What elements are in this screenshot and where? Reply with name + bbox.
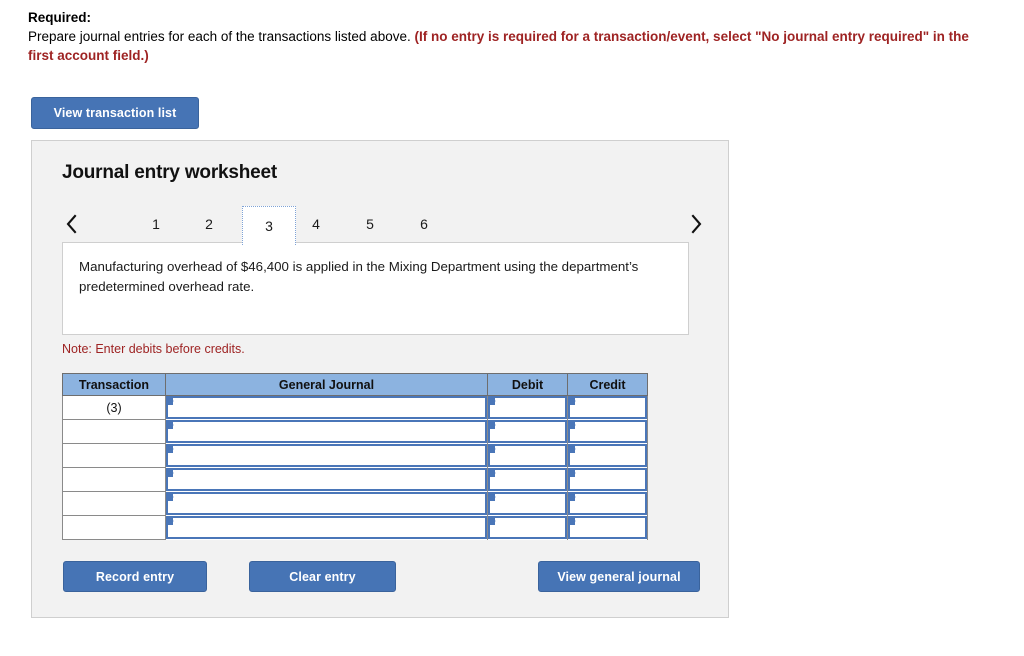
credit-field[interactable] — [568, 468, 647, 491]
debit-input-cell[interactable] — [487, 419, 568, 444]
credit-input-cell[interactable] — [567, 515, 648, 540]
worksheet-tab-6[interactable]: 6 — [414, 206, 434, 242]
table-row: (3) — [62, 395, 648, 420]
clear-entry-button[interactable]: Clear entry — [249, 561, 396, 592]
table-row — [62, 515, 648, 540]
credit-field[interactable] — [568, 516, 647, 539]
debit-field[interactable] — [488, 468, 567, 491]
general-journal-input-cell[interactable] — [165, 395, 488, 420]
column-header-general-journal: General Journal — [165, 373, 488, 396]
worksheet-tab-3[interactable]: 3 — [242, 206, 296, 245]
debit-field[interactable] — [488, 420, 567, 443]
worksheet-tab-strip: 1 2 3 4 5 6 — [60, 203, 701, 245]
debit-input-cell[interactable] — [487, 443, 568, 468]
view-transaction-list-button[interactable]: View transaction list — [31, 97, 199, 129]
credit-input-cell[interactable] — [567, 395, 648, 420]
general-journal-input-cell[interactable] — [165, 443, 488, 468]
account-name-field[interactable] — [166, 396, 487, 420]
credit-input-cell[interactable] — [567, 419, 648, 444]
transaction-description-text: Manufacturing overhead of $46,400 is app… — [79, 259, 639, 294]
worksheet-title: Journal entry worksheet — [62, 162, 278, 183]
column-header-debit: Debit — [487, 373, 568, 396]
worksheet-tab-2[interactable]: 2 — [199, 206, 219, 242]
required-section: Required: Prepare journal entries for ea… — [28, 8, 996, 65]
debit-input-cell[interactable] — [487, 395, 568, 420]
worksheet-tab-5[interactable]: 5 — [360, 206, 380, 242]
required-instruction-text: Prepare journal entries for each of the … — [28, 27, 996, 65]
worksheet-tab-1[interactable]: 1 — [146, 206, 166, 242]
debit-input-cell[interactable] — [487, 491, 568, 516]
table-row — [62, 419, 648, 444]
debit-input-cell[interactable] — [487, 515, 568, 540]
general-journal-input-cell[interactable] — [165, 491, 488, 516]
transaction-number-cell — [62, 515, 166, 540]
debit-input-cell[interactable] — [487, 467, 568, 492]
general-journal-input-cell[interactable] — [165, 515, 488, 540]
column-header-credit: Credit — [567, 373, 648, 396]
chevron-right-icon[interactable] — [685, 203, 707, 245]
transaction-number-cell — [62, 491, 166, 516]
credit-input-cell[interactable] — [567, 443, 648, 468]
required-instruction: Prepare journal entries for each of the … — [28, 29, 411, 44]
table-row — [62, 491, 648, 516]
credit-field[interactable] — [568, 396, 647, 420]
journal-entry-worksheet-panel: Journal entry worksheet 1 2 3 4 5 6 Manu… — [31, 140, 729, 618]
debit-field[interactable] — [488, 396, 567, 420]
debit-field[interactable] — [488, 492, 567, 515]
debits-before-credits-note: Note: Enter debits before credits. — [62, 342, 245, 356]
transaction-number-cell — [62, 419, 166, 444]
record-entry-button[interactable]: Record entry — [63, 561, 207, 592]
credit-input-cell[interactable] — [567, 491, 648, 516]
account-name-field[interactable] — [166, 420, 487, 443]
worksheet-tab-4[interactable]: 4 — [306, 206, 326, 242]
debit-field[interactable] — [488, 444, 567, 467]
journal-entry-table: Transaction General Journal Debit Credit… — [62, 373, 648, 540]
general-journal-input-cell[interactable] — [165, 467, 488, 492]
column-header-transaction: Transaction — [62, 373, 166, 396]
table-header-row: Transaction General Journal Debit Credit — [62, 373, 648, 396]
account-name-field[interactable] — [166, 444, 487, 467]
credit-field[interactable] — [568, 444, 647, 467]
view-general-journal-button[interactable]: View general journal — [538, 561, 700, 592]
table-row — [62, 467, 648, 492]
general-journal-input-cell[interactable] — [165, 419, 488, 444]
debit-field[interactable] — [488, 516, 567, 539]
transaction-number-cell — [62, 467, 166, 492]
transaction-description-box: Manufacturing overhead of $46,400 is app… — [62, 242, 689, 335]
account-name-field[interactable] — [166, 468, 487, 491]
transaction-number-cell — [62, 443, 166, 468]
table-row — [62, 443, 648, 468]
transaction-number-cell: (3) — [62, 395, 166, 420]
chevron-left-icon[interactable] — [60, 203, 82, 245]
required-heading: Required: — [28, 10, 92, 25]
account-name-field[interactable] — [166, 492, 487, 515]
credit-field[interactable] — [568, 492, 647, 515]
account-name-field[interactable] — [166, 516, 487, 539]
credit-field[interactable] — [568, 420, 647, 443]
credit-input-cell[interactable] — [567, 467, 648, 492]
